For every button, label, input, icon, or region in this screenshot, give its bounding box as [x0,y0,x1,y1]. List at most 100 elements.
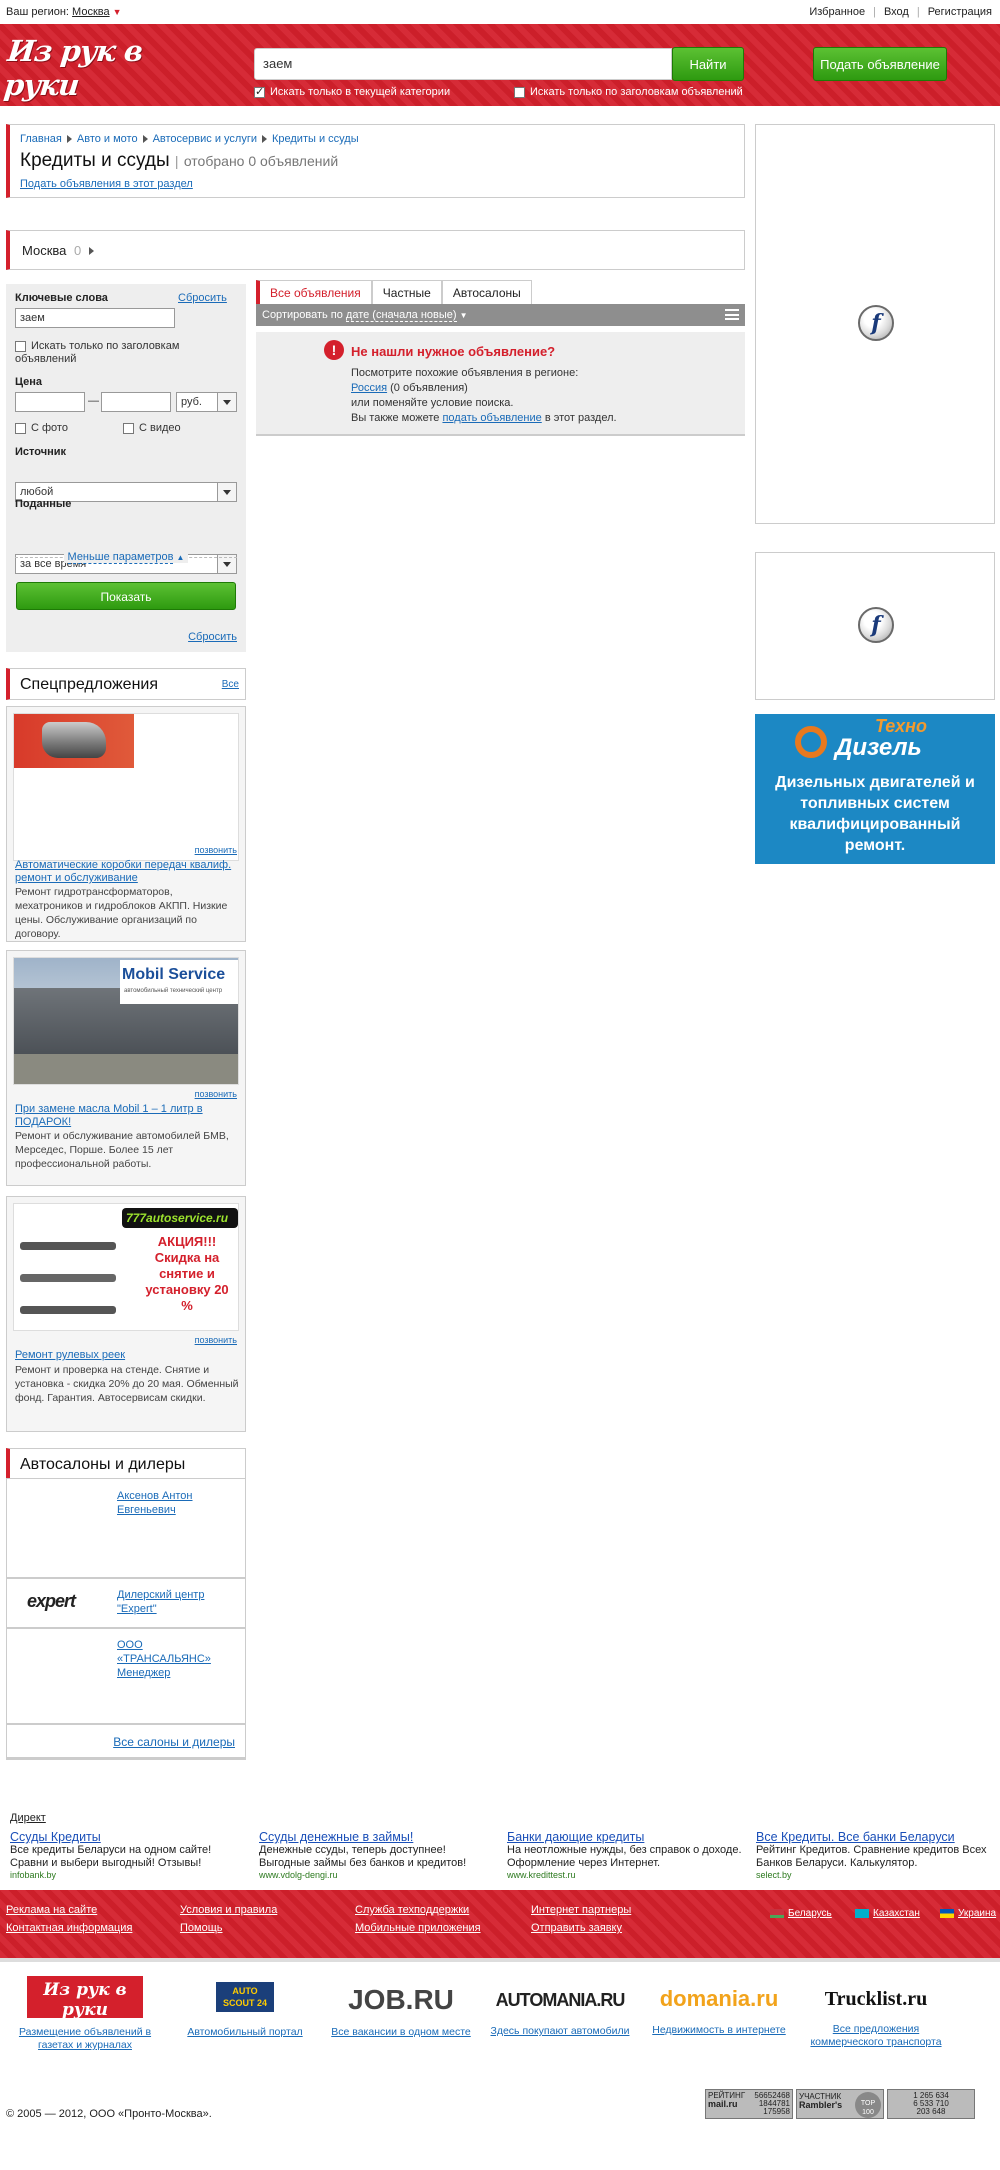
call-link[interactable]: позвонить [195,1089,237,1099]
partner-autoscout[interactable]: AUTO SCOUT 24 Автомобильный портал [180,1976,310,2039]
country-ukraine[interactable]: Украина [940,1908,996,1919]
offer-title[interactable]: Автоматические коробки передач квалиф. р… [15,859,239,885]
partner-caption[interactable]: Автомобильный портал [180,2026,310,2039]
price-to-input[interactable] [101,392,171,412]
specials-all-link[interactable]: Все [222,679,239,690]
chevron-right-icon[interactable] [88,247,94,255]
direct-ad[interactable]: Ссуды денежные в займы! Денежные ссуды, … [259,1830,499,1880]
country-belarus[interactable]: Беларусь [770,1908,832,1919]
partner-irr[interactable]: Из рук в руки ИНТЕРНЕТ - ОФИС Размещение … [10,1976,160,2052]
footer-link-help[interactable]: Помощь [180,1922,223,1934]
direct-ad-title[interactable]: Банки дающие кредиты [507,1830,747,1844]
direct-ad-url[interactable]: infobank.by [10,1870,250,1880]
offer-card[interactable]: Mobil Service автомобильный технический … [6,950,246,1186]
footer-link-terms[interactable]: Условия и правила [180,1904,277,1916]
direct-label[interactable]: Директ [10,1812,46,1824]
partner-caption[interactable]: Размещение объявлений в газетах и журнал… [10,2026,160,2052]
technodiesel-banner[interactable]: Техно Дизель Дизельных двигателей и топл… [755,714,995,864]
offer-card[interactable]: позвонить Автоматические коробки передач… [6,706,246,942]
dealer-name[interactable]: Дилерский центр "Expert" [117,1588,237,1616]
register-link[interactable]: Регистрация [928,6,992,18]
tab-private[interactable]: Частные [371,280,442,304]
category-only-checkbox[interactable] [254,85,265,98]
titles-only-checkbox[interactable] [514,86,525,98]
direct-ad[interactable]: Банки дающие кредиты На неотложные нужды… [507,1830,747,1880]
city-filter[interactable]: Москва 0 [6,230,745,270]
sort-select[interactable]: дате (сначала новые) [345,309,457,322]
offer-title[interactable]: Ремонт рулевых реек [15,1349,239,1362]
call-link[interactable]: позвонить [195,1335,237,1345]
direct-ad-title[interactable]: Ссуды Кредиты [10,1830,250,1844]
direct-ad[interactable]: Все Кредиты. Все банки Беларуси Рейтинг … [756,1830,996,1880]
offer-image[interactable] [13,713,239,861]
region-russia-link[interactable]: Россия [351,382,387,394]
footer-link-contacts[interactable]: Контактная информация [6,1922,132,1934]
footer-link-partners[interactable]: Интернет партнеры [531,1904,631,1916]
offer-title[interactable]: При замене масла Mobil 1 – 1 литр в ПОДА… [15,1103,239,1129]
less-params-toggle[interactable]: Меньше параметров ▲ [6,551,246,564]
keywords-input[interactable]: заем [15,308,175,328]
footer-link-request[interactable]: Отправить заявку [531,1922,622,1934]
partner-caption[interactable]: Недвижимость в интернете [644,2024,794,2037]
partner-caption[interactable]: Все вакансии в одном месте [326,2026,476,2039]
direct-ad-title[interactable]: Ссуды денежные в займы! [259,1830,499,1844]
reset-top-link[interactable]: Сбросить [178,292,227,304]
search-input[interactable]: заем [254,48,672,80]
call-link[interactable]: позвонить [195,845,237,855]
dealer-name[interactable]: ООО «ТРАНСАЛЬЯНС» Менеджер [117,1638,237,1680]
dealer-item[interactable]: Аксенов Антон Евгеньевич [6,1478,246,1578]
post-ad-link[interactable]: подать объявление [442,412,541,424]
login-link[interactable]: Вход [884,6,909,18]
offer-image[interactable]: 777autoservice.ru АКЦИЯ!!! Скидка на сня… [13,1203,239,1331]
find-button[interactable]: Найти [672,47,744,81]
offer-card[interactable]: 777autoservice.ru АКЦИЯ!!! Скидка на сня… [6,1196,246,1432]
ad-flash-2[interactable]: f [755,552,995,700]
reset-bottom-link[interactable]: Сбросить [188,631,237,643]
breadcrumb-home[interactable]: Главная [20,133,62,145]
tab-dealers[interactable]: Автосалоны [441,280,532,304]
post-to-section-link[interactable]: Подать объявления в этот раздел [20,178,193,190]
partner-jobru[interactable]: JOB.RU Все вакансии в одном месте [326,1976,476,2039]
city-name[interactable]: Москва [22,243,66,258]
show-button[interactable]: Показать [16,582,236,610]
direct-ad-title[interactable]: Все Кредиты. Все банки Беларуси [756,1830,996,1844]
direct-ad[interactable]: Ссуды Кредиты Все кредиты Беларуси на од… [10,1830,250,1880]
rambler-counter[interactable]: УЧАСТНИК Rambler's TOP 100 [796,2089,884,2119]
breadcrumb-credits[interactable]: Кредиты и ссуды [272,133,359,145]
footer-link-advertising[interactable]: Реклама на сайте [6,1904,97,1916]
dealer-name[interactable]: Аксенов Антон Евгеньевич [117,1489,237,1517]
offer-image[interactable]: Mobil Service автомобильный технический … [13,957,239,1085]
titles-only-filter-checkbox[interactable] [15,341,26,352]
direct-ad-url[interactable]: www.kredittest.ru [507,1870,747,1880]
list-view-icon[interactable] [725,309,739,320]
breadcrumb-auto[interactable]: Авто и мото [77,133,138,145]
partner-caption[interactable]: Здесь покупают автомобили [482,2025,638,2038]
post-ad-button[interactable]: Подать объявление [813,47,947,81]
with-video-checkbox[interactable] [123,422,134,434]
footer-link-support[interactable]: Служба техподдержки [355,1904,469,1916]
partner-caption[interactable]: Все предложения коммерческого транспорта [798,2023,954,2049]
region-value[interactable]: Москва [72,6,110,18]
favorites-link[interactable]: Избранное [809,6,865,18]
country-kazakhstan[interactable]: Казахстан [855,1908,920,1919]
footer-link-mobile[interactable]: Мобильные приложения [355,1922,481,1934]
partner-trucklist[interactable]: Trucklist.ru Все предложения коммерческо… [798,1976,954,2049]
less-params-link[interactable]: Меньше параметров [67,551,174,564]
region-selector[interactable]: Ваш регион: Москва ▼ [6,6,122,18]
site-logo[interactable]: Из рук в руки www.irr.ru [2,34,176,118]
price-from-input[interactable] [15,392,85,412]
partner-domania[interactable]: domania.ru Недвижимость в интернете [644,1976,794,2037]
breadcrumb-service[interactable]: Автосервис и услуги [153,133,257,145]
direct-ad-url[interactable]: www.vdolg-dengi.ru [259,1870,499,1880]
with-photo-checkbox[interactable] [15,422,26,434]
mailru-counter[interactable]: РЕЙТИНГ 56652468 mail.ru 1844781 175958 [705,2089,793,2119]
direct-ad-url[interactable]: select.by [756,1870,996,1880]
currency-select[interactable]: руб. [176,392,237,412]
tab-all[interactable]: Все объявления [256,280,372,304]
chevron-down-icon[interactable]: ▼ [460,311,468,320]
dealer-item[interactable]: ООО «ТРАНСАЛЬЯНС» Менеджер [6,1628,246,1724]
dealer-item[interactable]: expert Дилерский центр "Expert" [6,1578,246,1628]
liveinternet-counter[interactable]: 1 265 634 6 533 710 203 648 [887,2089,975,2119]
all-dealers-link[interactable]: Все салоны и дилеры [113,1735,235,1749]
ad-flash-1[interactable]: f [755,124,995,524]
